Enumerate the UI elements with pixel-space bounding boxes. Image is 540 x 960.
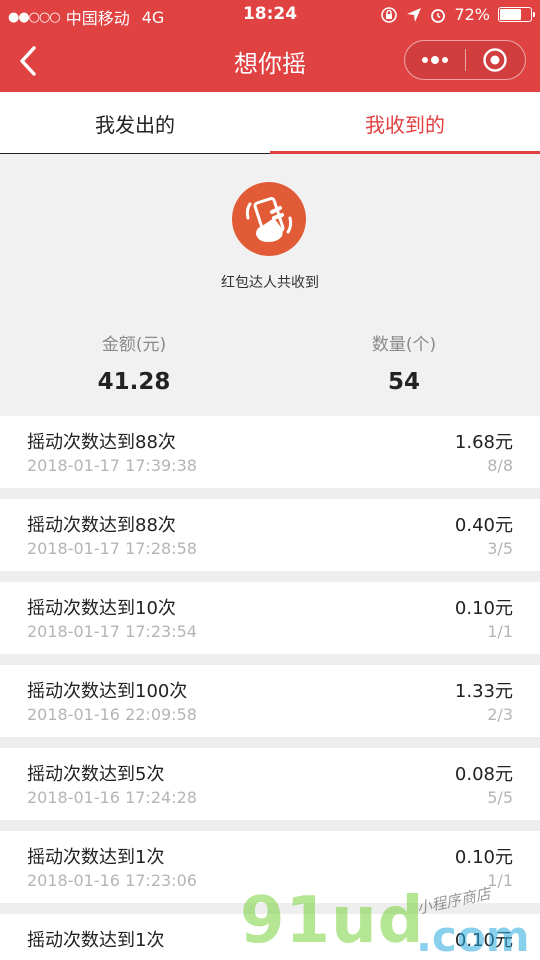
amount-label: 金额(元) — [101, 335, 167, 355]
record-title: 摇动次数达到5次 — [27, 764, 165, 785]
miniprogram-capsule — [404, 40, 526, 80]
summary-caption: 红包达人共收到 — [221, 275, 319, 291]
more-dots-icon — [421, 56, 448, 64]
record-title: 摇动次数达到1次 — [27, 930, 165, 951]
list-item[interactable]: 摇动次数达到88次 2018-01-17 17:28:58 0.40元 3/5 — [0, 499, 540, 571]
record-amount: 1.68元 — [454, 432, 513, 453]
battery-percent: 72% — [454, 5, 490, 24]
record-ratio: 1/1 — [487, 871, 513, 890]
more-button[interactable] — [405, 41, 465, 79]
record-time: 2018-01-16 22:09:58 — [27, 705, 197, 724]
record-title: 摇动次数达到1次 — [27, 847, 165, 868]
record-amount: 0.08元 — [454, 764, 513, 785]
record-amount: 1.33元 — [454, 681, 513, 702]
shaking-hand-icon — [245, 197, 293, 242]
record-title: 摇动次数达到88次 — [27, 515, 176, 536]
list-item[interactable]: 摇动次数达到1次 2018-01-16 17:23:06 0.10元 1/1 — [0, 831, 540, 903]
record-amount: 0.10元 — [454, 598, 513, 619]
list-item[interactable]: 摇动次数达到88次 2018-01-17 17:39:38 1.68元 8/8 — [0, 416, 540, 488]
record-ratio: 1/1 — [487, 622, 513, 641]
record-time: 2018-01-17 17:39:38 — [27, 456, 197, 475]
status-right: 72% — [380, 5, 535, 24]
alarm-icon — [431, 8, 446, 23]
location-icon — [407, 7, 422, 22]
list-item[interactable]: 摇动次数达到10次 2018-01-17 17:23:54 0.10元 1/1 — [0, 582, 540, 654]
tab-bar: 我发出的 我收到的 — [0, 92, 540, 154]
record-list: 摇动次数达到88次 2018-01-17 17:39:38 1.68元 8/8 … — [0, 416, 540, 960]
summary-panel: 红包达人共收到 金额(元) 41.28 数量(个) 54 — [0, 154, 540, 416]
amount-value: 41.28 — [97, 369, 171, 395]
status-bar: ●●○○○ 中国移动 4G 18:24 72% — [0, 0, 540, 30]
close-miniprogram-button[interactable] — [466, 41, 526, 79]
record-ratio: 2/3 — [487, 705, 513, 724]
count-label: 数量(个) — [371, 335, 437, 355]
record-amount: 0.10元 — [454, 847, 513, 868]
rotation-lock-icon — [381, 6, 398, 23]
record-title: 摇动次数达到100次 — [27, 681, 188, 702]
record-time: 2018-01-16 17:23:06 — [27, 871, 197, 890]
battery-fill — [500, 9, 521, 20]
list-item[interactable]: 摇动次数达到100次 2018-01-16 22:09:58 1.33元 2/3 — [0, 665, 540, 737]
nav-bar: 想你摇 — [0, 30, 540, 92]
record-time: 2018-01-17 17:28:58 — [27, 539, 197, 558]
tab-sent[interactable]: 我发出的 — [0, 92, 270, 154]
battery-icon — [498, 7, 535, 22]
target-close-icon — [483, 48, 507, 72]
amount-stat: 金额(元) 41.28 — [34, 330, 234, 395]
avatar — [232, 182, 306, 256]
count-stat: 数量(个) 54 — [304, 330, 504, 395]
record-title: 摇动次数达到10次 — [27, 598, 176, 619]
record-ratio: 8/8 — [487, 456, 513, 475]
list-item[interactable]: 摇动次数达到1次 0.10元 — [0, 914, 540, 960]
record-time: 2018-01-17 17:23:54 — [27, 622, 197, 641]
record-ratio: 5/5 — [487, 788, 513, 807]
list-item[interactable]: 摇动次数达到5次 2018-01-16 17:24:28 0.08元 5/5 — [0, 748, 540, 820]
record-ratio: 3/5 — [487, 539, 513, 558]
record-time: 2018-01-16 17:24:28 — [27, 788, 197, 807]
record-title: 摇动次数达到88次 — [27, 432, 176, 453]
record-amount: 0.40元 — [454, 515, 513, 536]
record-amount: 0.10元 — [454, 930, 513, 951]
tab-received[interactable]: 我收到的 — [270, 92, 540, 154]
count-value: 54 — [387, 369, 420, 395]
